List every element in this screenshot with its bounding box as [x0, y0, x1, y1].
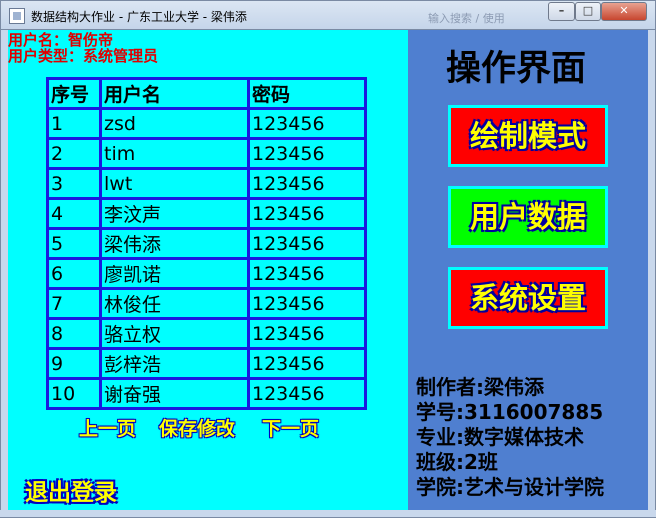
window-frame-right [648, 30, 656, 518]
table-row: 6 廖凯诺 123456 [46, 257, 367, 290]
next-page-button[interactable]: 下一页 [262, 414, 319, 441]
cell-username[interactable]: 骆立权 [99, 317, 250, 350]
user-data-label: 用户数据 [469, 200, 586, 234]
author-class: 班级:2班 [416, 450, 498, 474]
cell-index: 6 [46, 257, 102, 290]
author-student-id: 学号:3116007885 [416, 400, 604, 424]
header-password: 密码 [247, 77, 367, 110]
minimize-button[interactable]: – [548, 2, 575, 21]
current-user-type: 用户类型：系统管理员 [8, 47, 159, 65]
prev-page-button[interactable]: 上一页 [79, 414, 136, 441]
cell-username[interactable]: tim [99, 137, 250, 170]
cell-username[interactable]: 李汶声 [99, 197, 250, 230]
cell-password[interactable]: 123456 [247, 377, 367, 410]
cell-username[interactable]: 谢奋强 [99, 377, 250, 410]
header-index: 序号 [46, 77, 102, 110]
cell-index: 9 [46, 347, 102, 380]
window-title: 数据结构大作业 - 广东工业大学 - 梁伟添 [31, 10, 247, 24]
table-row: 9 彭梓浩 123456 [46, 347, 367, 380]
table-header-row: 序号 用户名 密码 [46, 77, 367, 110]
system-settings-label: 系统设置 [469, 281, 586, 315]
table-row: 4 李汶声 123456 [46, 197, 367, 230]
cell-password[interactable]: 123456 [247, 107, 367, 140]
cell-password[interactable]: 123456 [247, 197, 367, 230]
panel-title: 操作界面 [446, 49, 587, 89]
operation-panel: 操作界面 绘制模式 用户数据 系统设置 制作者:梁伟添 学号:311600788… [408, 30, 648, 510]
cell-username[interactable]: lwt [99, 167, 250, 200]
window-frame-left [0, 30, 8, 518]
maximize-button[interactable]: □ [575, 2, 601, 21]
table-row: 5 梁伟添 123456 [46, 227, 367, 260]
system-settings-button[interactable]: 系统设置 [448, 267, 608, 329]
user-data-panel: 用户名：智伤帝 用户类型：系统管理员 序号 用户名 密码 1 zsd 12345… [8, 30, 408, 510]
cell-password[interactable]: 123456 [247, 347, 367, 380]
author-info: 制作者:梁伟添 学号:3116007885 专业:数字媒体技术 班级:2班 学院… [416, 375, 604, 500]
cell-username[interactable]: 廖凯诺 [99, 257, 250, 290]
author-major: 专业:数字媒体技术 [416, 425, 584, 449]
search-hint: 输入搜索 / 使用 [428, 12, 505, 25]
cell-index: 8 [46, 317, 102, 350]
current-user-name: 用户名：智伤帝 [8, 31, 114, 49]
cell-password[interactable]: 123456 [247, 257, 367, 290]
cell-index: 5 [46, 227, 102, 260]
window-frame-bottom [0, 510, 656, 518]
cell-password[interactable]: 123456 [247, 137, 367, 170]
draw-mode-label: 绘制模式 [469, 119, 586, 153]
cell-index: 2 [46, 137, 102, 170]
current-user-info: 用户名：智伤帝 用户类型：系统管理员 [8, 32, 158, 64]
header-username: 用户名 [99, 77, 250, 110]
author-college: 学院:艺术与设计学院 [416, 475, 604, 499]
cell-index: 7 [46, 287, 102, 320]
table-row: 2 tim 123456 [46, 137, 367, 170]
cell-index: 3 [46, 167, 102, 200]
cell-username[interactable]: 彭梓浩 [99, 347, 250, 380]
close-button[interactable]: ✕ [601, 2, 647, 21]
table-row: 10 谢奋强 123456 [46, 377, 367, 410]
app-icon [9, 8, 25, 24]
cell-password[interactable]: 123456 [247, 317, 367, 350]
user-data-button[interactable]: 用户数据 [448, 186, 608, 248]
cell-index: 1 [46, 107, 102, 140]
title-bar: 数据结构大作业 - 广东工业大学 - 梁伟添 输入搜索 / 使用 – □ ✕ [0, 0, 656, 30]
logout-button[interactable]: 退出登录 [25, 473, 117, 507]
cell-password[interactable]: 123456 [247, 287, 367, 320]
table-row: 1 zsd 123456 [46, 107, 367, 140]
table-row: 8 骆立权 123456 [46, 317, 367, 350]
cell-username[interactable]: 梁伟添 [99, 227, 250, 260]
cell-password[interactable]: 123456 [247, 227, 367, 260]
cell-index: 10 [46, 377, 102, 410]
draw-mode-button[interactable]: 绘制模式 [448, 105, 608, 167]
author-name: 制作者:梁伟添 [416, 375, 544, 399]
table-row: 3 lwt 123456 [46, 167, 367, 200]
table-row: 7 林俊任 123456 [46, 287, 367, 320]
cell-index: 4 [46, 197, 102, 230]
user-table: 序号 用户名 密码 1 zsd 123456 2 tim 123456 3 lw… [46, 77, 367, 410]
cell-username[interactable]: 林俊任 [99, 287, 250, 320]
save-changes-button[interactable]: 保存修改 [159, 414, 235, 441]
cell-password[interactable]: 123456 [247, 167, 367, 200]
cell-username[interactable]: zsd [99, 107, 250, 140]
